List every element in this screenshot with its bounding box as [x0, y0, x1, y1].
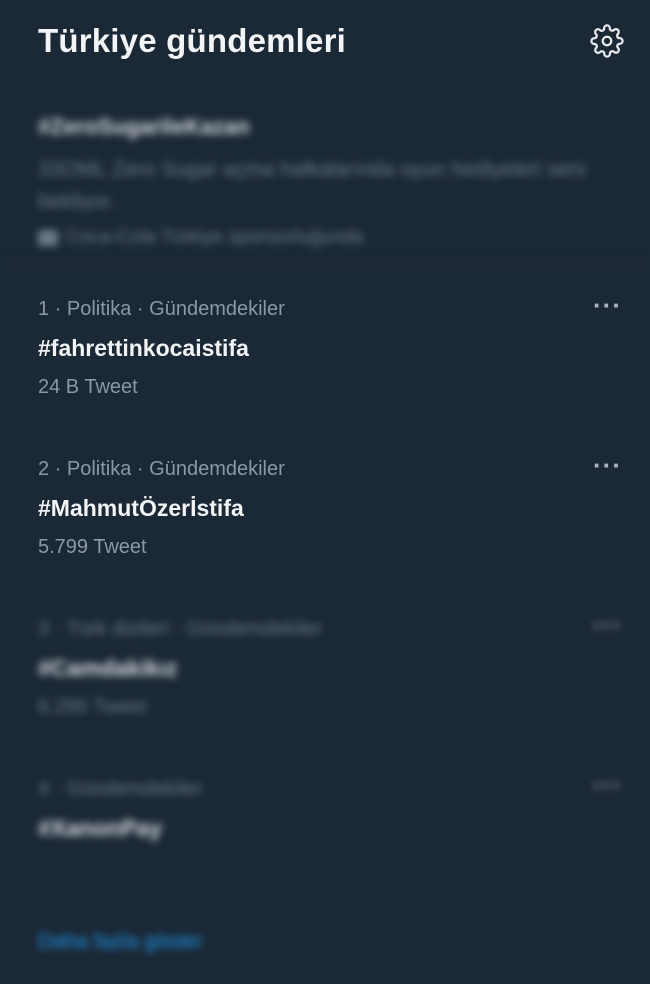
trend-name: #Camdakikız — [38, 655, 178, 681]
promoted-sponsor-line: Coca-Cola Türkiye sponsorluğunda — [38, 227, 612, 249]
more-options-icon[interactable]: ··· — [593, 612, 622, 638]
trend-name: #MahmutÖzerİstifa — [38, 495, 244, 521]
trend-item-4[interactable]: 4 · Gündemdekiler #XanonPay ··· — [0, 744, 650, 874]
promoted-trend[interactable]: #ZeroSugarileKazan 33OML Zero Sugar açma… — [0, 82, 650, 264]
show-more-link[interactable]: Daha fazla göster — [0, 874, 650, 954]
trend-name: #fahrettinkocaistifa — [38, 335, 249, 361]
more-options-icon[interactable]: ··· — [593, 772, 622, 798]
trend-tweet-count: 24 B Tweet — [38, 376, 138, 398]
trend-item-2[interactable]: 2 · Politika · Gündemdekiler #MahmutÖzer… — [0, 424, 650, 584]
trend-tweet-count: 5.799 Tweet — [38, 536, 147, 558]
settings-gear-icon[interactable] — [590, 24, 624, 58]
trend-item-3[interactable]: 3 · Türk dizileri · Gündemdekiler #Camda… — [0, 584, 650, 744]
more-options-icon[interactable]: ··· — [593, 452, 622, 478]
promoted-trend-description: 33OML Zero Sugar açma halkalarında oyun … — [38, 158, 586, 213]
trend-meta: 2 · Politika · Gündemdekiler — [38, 458, 285, 480]
trend-meta: 1 · Politika · Gündemdekiler — [38, 298, 285, 320]
trend-meta: 3 · Türk dizileri · Gündemdekiler — [38, 618, 323, 640]
trend-item-1[interactable]: 1 · Politika · Gündemdekiler #fahrettink… — [0, 264, 650, 424]
trends-panel: Türkiye gündemleri #ZeroSugarileKazan 33… — [0, 0, 650, 984]
promoted-trend-tag: #ZeroSugarileKazan — [38, 114, 250, 139]
trends-title: Türkiye gündemleri — [38, 22, 347, 59]
trend-meta: 4 · Gündemdekiler — [38, 778, 203, 800]
trend-tweet-count: 6.295 Tweet — [38, 696, 147, 718]
promoted-icon — [38, 230, 58, 246]
trend-name: #XanonPay — [38, 815, 162, 841]
trends-header: Türkiye gündemleri — [0, 0, 650, 82]
promoted-sponsor-label: Coca-Cola Türkiye sponsorluğunda — [66, 227, 364, 248]
more-options-icon[interactable]: ··· — [593, 292, 622, 318]
